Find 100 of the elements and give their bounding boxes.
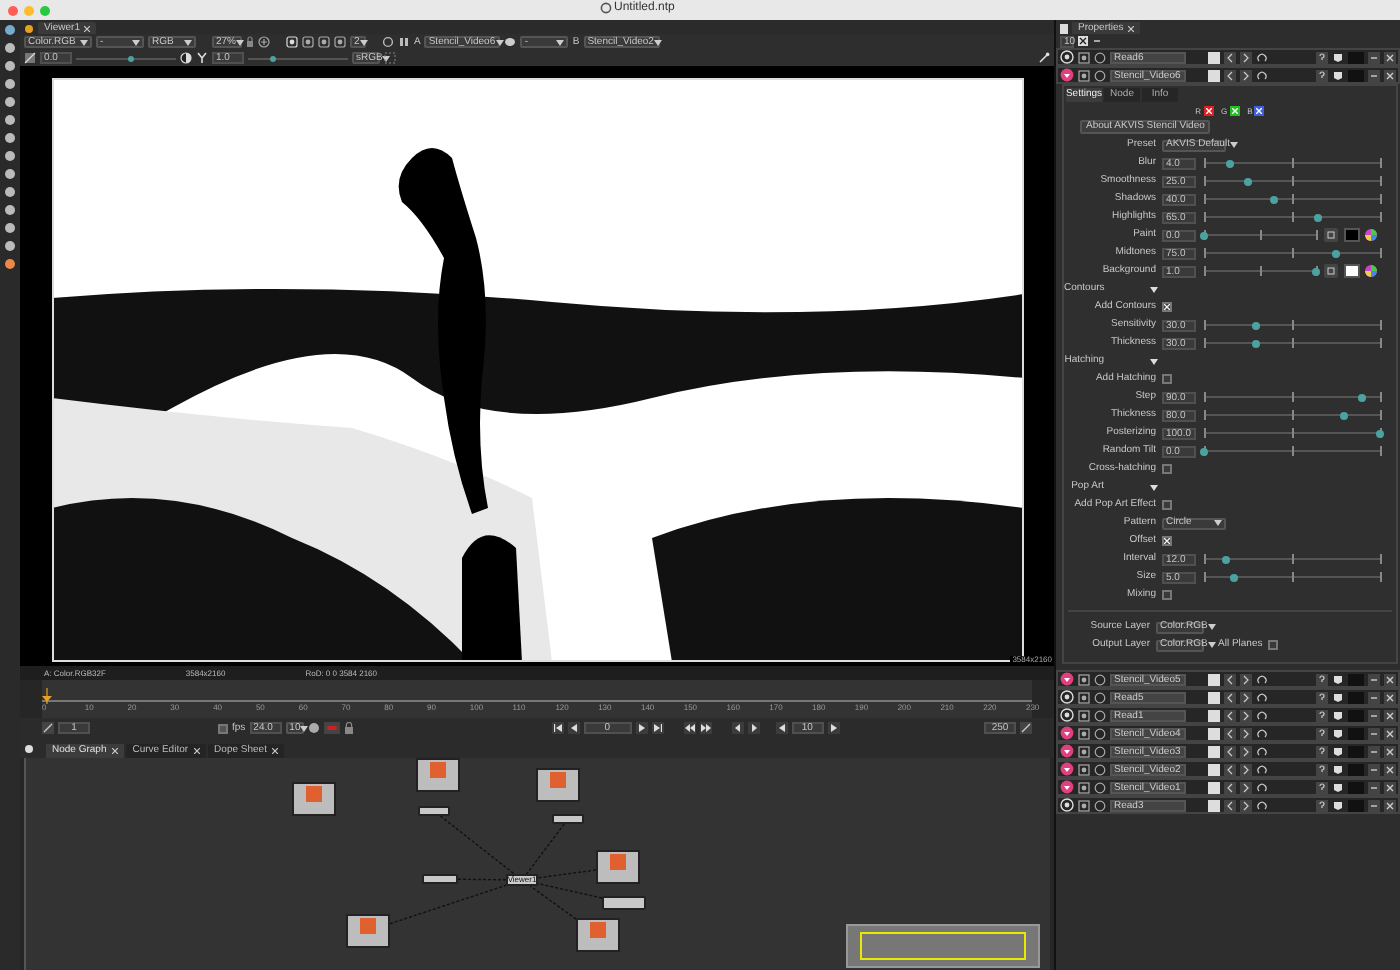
minimize-icon[interactable] bbox=[1368, 51, 1380, 63]
slider-handle[interactable] bbox=[1312, 267, 1320, 275]
read-node[interactable] bbox=[292, 782, 336, 816]
slider-handle[interactable] bbox=[1314, 213, 1323, 221]
redo-icon[interactable] bbox=[1240, 727, 1252, 739]
slider-handle[interactable] bbox=[1229, 573, 1238, 581]
read-node[interactable] bbox=[596, 850, 640, 884]
close-icon[interactable] bbox=[83, 25, 90, 31]
settings-icon[interactable] bbox=[1078, 673, 1090, 685]
slider-track[interactable] bbox=[1204, 246, 1380, 260]
minimize-icon[interactable] bbox=[1368, 781, 1380, 793]
redo-icon[interactable] bbox=[1240, 799, 1252, 811]
redo-icon[interactable] bbox=[1240, 691, 1252, 703]
slider-handle[interactable] bbox=[1200, 231, 1208, 239]
undo-icon[interactable] bbox=[1224, 709, 1236, 721]
checkbox[interactable] bbox=[1268, 640, 1279, 650]
view-option-icon[interactable] bbox=[318, 36, 330, 48]
checkbox[interactable] bbox=[1162, 374, 1172, 384]
undo-icon[interactable] bbox=[1224, 51, 1236, 63]
close-icon[interactable] bbox=[1384, 727, 1396, 739]
slider-handle[interactable] bbox=[1252, 321, 1261, 329]
redo-icon[interactable] bbox=[1240, 51, 1252, 63]
checkbox[interactable] bbox=[1162, 500, 1172, 510]
next-keyframe-icon[interactable] bbox=[699, 722, 712, 734]
view-option-icon[interactable] bbox=[302, 36, 314, 48]
dimension-icon[interactable] bbox=[1324, 228, 1338, 242]
overlay-color-swatch[interactable] bbox=[1348, 799, 1364, 811]
overlay-color-swatch[interactable] bbox=[1348, 51, 1364, 63]
overlay-color-swatch[interactable] bbox=[1348, 781, 1364, 793]
slider-track[interactable] bbox=[1204, 426, 1380, 440]
color-wheel-icon[interactable] bbox=[1364, 264, 1378, 278]
stencil-node[interactable] bbox=[422, 874, 458, 884]
close-icon[interactable] bbox=[1384, 799, 1396, 811]
channel-checkbox[interactable] bbox=[1229, 106, 1240, 116]
checkbox[interactable] bbox=[1162, 302, 1172, 312]
checkerboard-icon[interactable] bbox=[384, 52, 396, 64]
settings-icon[interactable] bbox=[1078, 709, 1090, 721]
expand-toggle-icon[interactable] bbox=[1150, 285, 1158, 293]
stencil-node[interactable] bbox=[552, 814, 584, 824]
slider-handle[interactable] bbox=[270, 55, 276, 61]
close-icon[interactable] bbox=[1384, 745, 1396, 757]
record-icon[interactable] bbox=[323, 722, 340, 734]
slider-track[interactable] bbox=[1204, 408, 1380, 422]
settings-icon[interactable] bbox=[1078, 799, 1090, 811]
gamma-slider[interactable] bbox=[248, 52, 348, 64]
color-swatch[interactable] bbox=[1208, 763, 1220, 775]
color-swatch[interactable] bbox=[1344, 228, 1360, 242]
clock-icon[interactable] bbox=[307, 722, 320, 734]
overlay-color-swatch[interactable] bbox=[1348, 709, 1364, 721]
range-icon[interactable] bbox=[1020, 722, 1032, 734]
redo-icon[interactable] bbox=[1240, 781, 1252, 793]
minimize-icon[interactable] bbox=[1368, 673, 1380, 685]
color-swatch[interactable] bbox=[1208, 745, 1220, 757]
previous-increment-icon[interactable] bbox=[731, 722, 744, 734]
expand-toggle-icon[interactable] bbox=[1150, 357, 1158, 365]
help-icon[interactable] bbox=[1316, 691, 1328, 703]
color-wheel-icon[interactable] bbox=[1364, 228, 1378, 242]
overlay-color-swatch[interactable] bbox=[1348, 69, 1364, 81]
color-swatch[interactable] bbox=[1208, 781, 1220, 793]
checkbox[interactable] bbox=[1162, 536, 1172, 546]
lock-icon[interactable] bbox=[343, 722, 354, 734]
lock-icon[interactable] bbox=[246, 36, 254, 48]
next-increment-icon[interactable] bbox=[747, 722, 760, 734]
slider-track[interactable] bbox=[1204, 192, 1380, 206]
slider-track[interactable] bbox=[1204, 228, 1316, 242]
pane-menu-icon[interactable] bbox=[24, 744, 34, 754]
color-swatch[interactable] bbox=[1344, 264, 1360, 278]
settings-icon[interactable] bbox=[1078, 763, 1090, 775]
close-icon[interactable] bbox=[1384, 69, 1396, 81]
color-swatch[interactable] bbox=[1208, 691, 1220, 703]
color-swatch[interactable] bbox=[1208, 709, 1220, 721]
slider-track[interactable] bbox=[1204, 210, 1380, 224]
slider-track[interactable] bbox=[1204, 444, 1380, 458]
settings-icon[interactable] bbox=[1078, 51, 1090, 63]
stencil-node[interactable] bbox=[418, 806, 450, 816]
settings-icon[interactable] bbox=[1078, 69, 1090, 81]
first-frame-icon[interactable] bbox=[551, 722, 564, 734]
overlay-color-swatch[interactable] bbox=[1348, 727, 1364, 739]
settings-icon[interactable] bbox=[1078, 745, 1090, 757]
range-icon[interactable] bbox=[42, 722, 54, 734]
color-swatch[interactable] bbox=[1208, 673, 1220, 685]
channel-checkbox[interactable] bbox=[1254, 106, 1265, 116]
help-icon[interactable] bbox=[1316, 51, 1328, 63]
close-icon[interactable] bbox=[1384, 781, 1396, 793]
contrast-icon[interactable] bbox=[180, 52, 192, 64]
slider-track[interactable] bbox=[1204, 552, 1380, 566]
expand-toggle-icon[interactable] bbox=[1150, 483, 1158, 491]
color-swatch[interactable] bbox=[1208, 727, 1220, 739]
minimize-panels-icon[interactable] bbox=[1092, 36, 1102, 46]
close-icon[interactable] bbox=[1384, 673, 1396, 685]
play-backward-icon[interactable] bbox=[567, 722, 580, 734]
pane-menu-icon[interactable] bbox=[24, 24, 34, 34]
color-picker-icon[interactable] bbox=[1038, 52, 1050, 64]
undo-icon[interactable] bbox=[1224, 781, 1236, 793]
checkbox[interactable] bbox=[1162, 464, 1172, 474]
gamma-icon[interactable] bbox=[196, 52, 208, 64]
minimize-icon[interactable] bbox=[1368, 691, 1380, 703]
slider-handle[interactable] bbox=[1270, 195, 1279, 203]
color-swatch[interactable] bbox=[1208, 69, 1220, 81]
slider-handle[interactable] bbox=[128, 55, 134, 61]
